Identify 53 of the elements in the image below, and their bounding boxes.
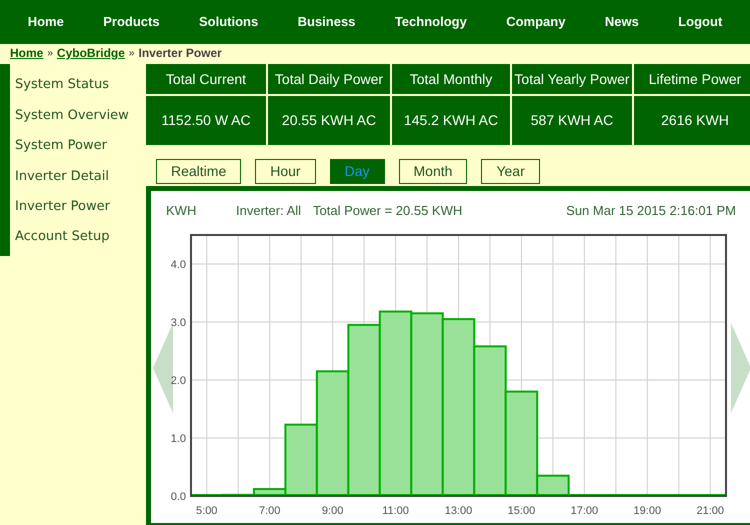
x-tick-label: 11:00 [382, 505, 409, 517]
stat-value: 1152.50 W AC [146, 96, 266, 145]
y-tick-label: 2.0 [170, 375, 186, 387]
x-tick-label: 15:00 [508, 505, 536, 517]
range-tab[interactable]: Realtime [156, 159, 242, 184]
nav-link[interactable]: Solutions [198, 12, 258, 32]
sidebar-item[interactable]: Inverter Power [10, 192, 146, 222]
sidebar-item[interactable]: Account Setup [10, 222, 146, 252]
stat-header: Total Yearly Power [512, 64, 632, 94]
sidebar-item[interactable]: Inverter Detail [10, 161, 146, 192]
y-tick-label: 0.0 [170, 491, 186, 503]
x-tick-label: 21:00 [696, 505, 724, 517]
left-arrow-icon[interactable] [153, 323, 173, 413]
nav-link[interactable]: Company [506, 12, 566, 32]
breadcrumb-link[interactable]: CyboBridge [56, 44, 125, 62]
breadcrumb-current: Inverter Power [138, 45, 222, 62]
sidebar-item[interactable]: System Overview [10, 100, 146, 131]
range-tab[interactable]: Year [481, 159, 540, 184]
nav-link[interactable]: Business [298, 12, 356, 32]
stat-header: Total Daily Power [268, 64, 390, 94]
y-tick-label: 1.0 [170, 433, 186, 445]
x-tick-label: 9:00 [322, 505, 344, 517]
nav-link[interactable]: News [604, 12, 639, 32]
stat-value: 145.2 KWH AC [392, 96, 510, 145]
x-tick-label: 7:00 [258, 505, 280, 517]
nav-link[interactable]: Products [103, 12, 160, 32]
breadcrumb-separator: » [47, 46, 53, 60]
x-tick-label: 13:00 [444, 505, 472, 517]
stat-value: 587 KWH AC [512, 96, 632, 145]
nav-link[interactable]: Logout [678, 12, 722, 32]
unit-label: KWH [166, 202, 198, 220]
breadcrumb-link[interactable]: Home [10, 44, 44, 62]
stat-value: 20.55 KWH AC [268, 96, 390, 145]
range-tab[interactable]: Hour [255, 159, 316, 184]
timestamp-label: Sun Mar 15 2015 2:16:01 PM [566, 202, 736, 220]
stat-header: Total Monthly [392, 64, 510, 94]
breadcrumb-separator: » [128, 46, 134, 60]
x-tick-label: 5:00 [196, 505, 218, 517]
total-power-label: Total Power = 20.55 KWH [313, 202, 462, 220]
stat-header: Total Current [146, 64, 266, 94]
x-tick-label: 19:00 [634, 505, 662, 517]
sidebar-item[interactable]: System Status [10, 70, 146, 100]
x-tick-label: 17:00 [570, 505, 598, 517]
nav-link[interactable]: Home [28, 12, 64, 32]
right-arrow-icon[interactable] [731, 323, 750, 413]
stat-value: 2616 KWH [634, 96, 750, 145]
nav-link[interactable]: Technology [394, 12, 467, 32]
stat-header: Lifetime Power [634, 64, 750, 94]
sidebar-item[interactable]: System Power [10, 130, 146, 162]
y-tick-label: 4.0 [170, 259, 186, 271]
y-tick-label: 3.0 [170, 317, 186, 329]
range-tab[interactable]: Month [398, 159, 468, 184]
inverter-label: Inverter: All [236, 202, 302, 220]
